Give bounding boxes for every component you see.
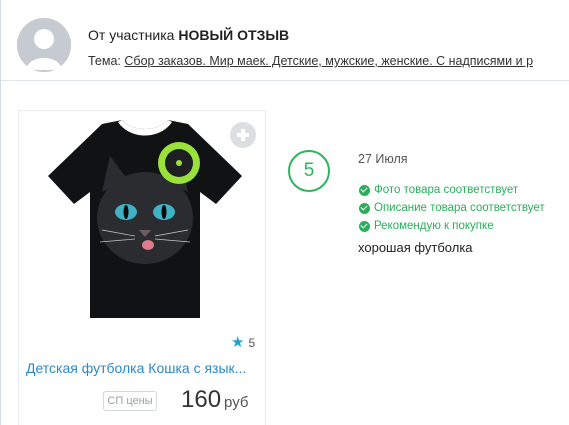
review-author-line: От участника НОВЫЙ ОТЗЫВ xyxy=(88,27,289,43)
star-icon: ★ xyxy=(231,334,245,351)
topic-line: Тема: Сбор заказов. Мир маек. Детские, м… xyxy=(88,54,569,68)
check-circle-icon xyxy=(359,184,370,196)
topic-link[interactable]: Сбор заказов. Мир маек. Детские, мужские… xyxy=(124,54,533,68)
product-title-link[interactable]: Детская футболка Кошка с язык... xyxy=(26,360,258,376)
from-prefix: От участника xyxy=(88,27,175,43)
product-price: 160 руб xyxy=(181,386,248,414)
sp-price-badge: СП цены xyxy=(103,391,157,411)
review-score: 5 xyxy=(288,150,330,192)
add-to-collection-button[interactable] xyxy=(230,122,256,148)
author-name-link[interactable]: НОВЫЙ ОТЗЫВ xyxy=(178,27,289,43)
product-rating-value: 5 xyxy=(248,336,256,350)
review-comment: хорошая футболка xyxy=(358,240,473,255)
review-date: 27 Июля xyxy=(358,152,408,166)
check-photo-matches: Фото товара соответствует xyxy=(359,181,545,199)
check-label: Фото товара соответствует xyxy=(374,184,519,196)
product-image[interactable] xyxy=(40,118,250,330)
price-value: 160 xyxy=(181,386,222,413)
user-avatar-icon[interactable] xyxy=(17,18,71,72)
check-circle-icon xyxy=(359,220,370,232)
price-currency: руб xyxy=(224,394,249,411)
topic-label: Тема: xyxy=(88,54,121,68)
check-label: Рекомендую к покупке xyxy=(374,220,494,232)
review-header: От участника НОВЫЙ ОТЗЫВ Тема: Сбор зака… xyxy=(1,0,569,81)
check-label: Описание товара соответствует xyxy=(374,202,545,214)
product-rating: ★ 5 xyxy=(231,334,256,351)
check-description-matches: Описание товара соответствует xyxy=(359,199,545,217)
review-checklist: Фото товара соответствует Описание товар… xyxy=(359,181,545,235)
check-recommend: Рекомендую к покупке xyxy=(359,217,545,235)
check-circle-icon xyxy=(359,202,370,214)
